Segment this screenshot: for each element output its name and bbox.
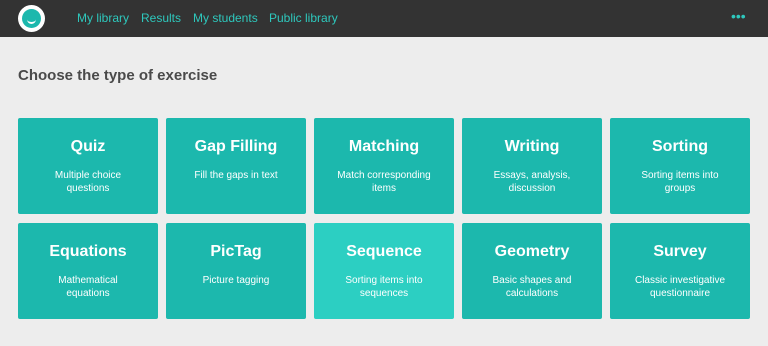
exercise-card-survey[interactable]: Survey Classic investigative questionnai… — [610, 223, 750, 319]
card-description: Fill the gaps in text — [194, 170, 278, 181]
exercise-card-pictag[interactable]: PicTag Picture tagging — [166, 223, 306, 319]
exercise-card-sorting[interactable]: Sorting Sorting items into groups — [610, 118, 750, 214]
exercise-card-equations[interactable]: Equations Mathematical equations — [18, 223, 158, 319]
nav-my-students[interactable]: My students — [193, 0, 258, 37]
card-description: Classic investigative questionnaire — [634, 275, 726, 299]
card-title: Quiz — [70, 138, 106, 155]
exercise-card-writing[interactable]: Writing Essays, analysis, discussion — [462, 118, 602, 214]
exercise-card-gap-filling[interactable]: Gap Filling Fill the gaps in text — [166, 118, 306, 214]
exercise-card-geometry[interactable]: Geometry Basic shapes and calculations — [462, 223, 602, 319]
card-title: Survey — [653, 243, 707, 260]
card-title: Geometry — [494, 243, 570, 260]
nav-my-library[interactable]: My library — [77, 0, 129, 37]
card-title: Sequence — [346, 243, 422, 260]
logo-face — [22, 9, 41, 28]
logo-smile — [27, 19, 36, 24]
more-dots-icon[interactable]: ••• — [731, 0, 746, 37]
card-description: Essays, analysis, discussion — [493, 170, 571, 194]
exercise-card-quiz[interactable]: Quiz Multiple choice questions — [18, 118, 158, 214]
card-description: Sorting items into groups — [641, 170, 719, 194]
exercise-card-matching[interactable]: Matching Match corresponding items — [314, 118, 454, 214]
card-title: Sorting — [652, 138, 708, 155]
nav-results[interactable]: Results — [141, 0, 181, 37]
card-title: Writing — [504, 138, 560, 155]
page-title: Choose the type of exercise — [18, 67, 218, 84]
card-description: Picture tagging — [202, 275, 270, 286]
top-navigation-bar: My library Results My students Public li… — [0, 0, 768, 37]
app-logo-icon[interactable] — [18, 5, 45, 32]
card-description: Multiple choice questions — [54, 170, 122, 194]
card-title: Matching — [348, 138, 420, 155]
card-title: Gap Filling — [194, 138, 278, 155]
card-description: Sorting items into sequences — [345, 275, 423, 299]
card-description: Match corresponding items — [337, 170, 431, 194]
nav-public-library[interactable]: Public library — [269, 0, 338, 37]
card-title: PicTag — [210, 243, 262, 260]
card-description: Basic shapes and calculations — [492, 275, 572, 299]
exercise-card-sequence[interactable]: Sequence Sorting items into sequences — [314, 223, 454, 319]
card-description: Mathematical equations — [58, 275, 118, 299]
card-title: Equations — [49, 243, 127, 260]
